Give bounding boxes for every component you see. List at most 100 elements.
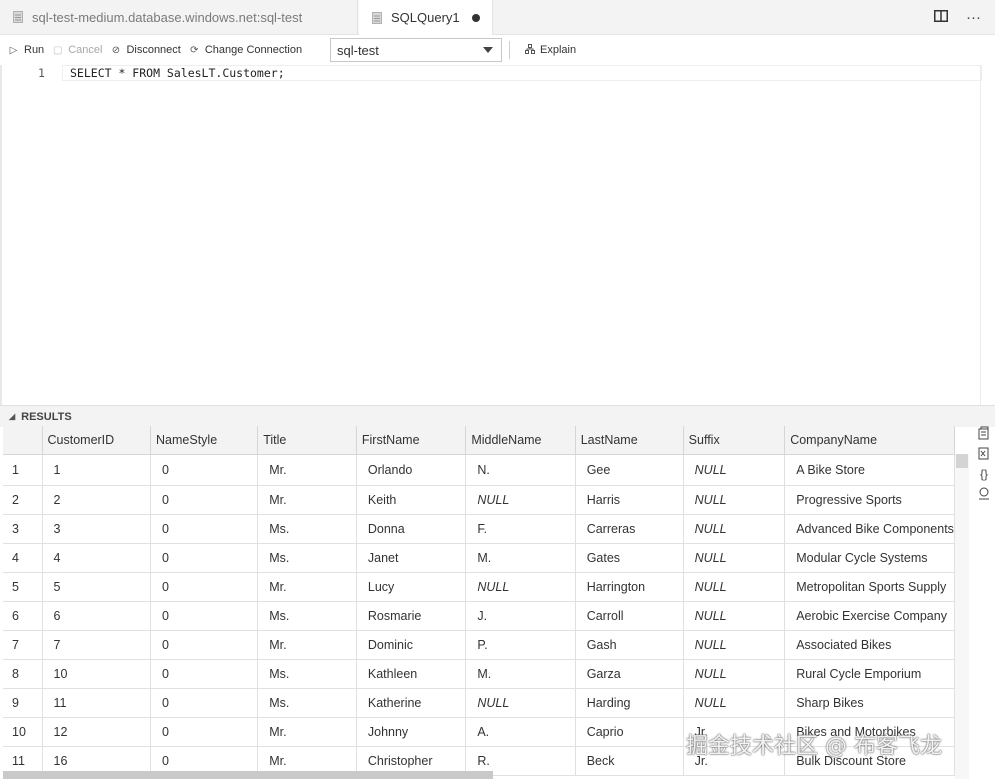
sql-editor[interactable]: 1 SELECT * FROM SalesLT.Customer; <box>0 65 995 405</box>
column-header[interactable]: NameStyle <box>150 426 259 455</box>
table-cell[interactable]: 1 <box>42 454 152 486</box>
table-cell[interactable]: M. <box>465 659 576 689</box>
table-cell[interactable]: Garza <box>575 659 684 689</box>
table-row[interactable]: 5 5 0 Mr. Lucy NULL Harrington NULL Metropolitan… <box>3 572 955 602</box>
table-cell[interactable]: Advanced Bike Components <box>784 514 955 544</box>
table-cell[interactable]: Associated Bikes <box>784 630 955 660</box>
table-cell[interactable]: Beck <box>575 746 684 776</box>
table-cell[interactable]: 0 <box>150 601 259 631</box>
column-header[interactable]: LastName <box>575 426 684 455</box>
column-header[interactable]: CustomerID <box>42 426 152 455</box>
unsaved-dot-icon[interactable] <box>471 13 480 22</box>
table-cell[interactable]: 11 <box>42 688 152 718</box>
table-cell[interactable]: 0 <box>150 514 259 544</box>
table-cell[interactable]: 10 <box>42 659 152 689</box>
explain-button[interactable]: Explain <box>524 40 576 60</box>
table-cell[interactable]: Ms. <box>257 688 357 718</box>
table-row[interactable]: 6 6 0 Ms. Rosmarie J. Carroll NULL Aerobic Exerc… <box>3 601 955 631</box>
table-cell[interactable]: Ms. <box>257 659 357 689</box>
table-cell[interactable]: A Bike Store <box>784 454 955 486</box>
table-cell[interactable]: Johnny <box>356 717 467 747</box>
table-cell[interactable]: Katherine <box>356 688 467 718</box>
table-cell[interactable]: Caprio <box>575 717 684 747</box>
change-connection-button[interactable]: ⟳ Change Connection <box>189 40 302 60</box>
disconnect-button[interactable]: ⊘ Disconnect <box>110 40 181 60</box>
table-cell[interactable]: Donna <box>356 514 467 544</box>
table-cell[interactable]: NULL <box>683 659 786 689</box>
table-cell[interactable]: Carreras <box>575 514 684 544</box>
table-cell[interactable]: Lucy <box>356 572 467 602</box>
row-number-cell[interactable]: 7 <box>3 630 43 660</box>
table-cell[interactable]: Kathleen <box>356 659 467 689</box>
export-csv-icon[interactable] <box>978 426 990 442</box>
table-cell[interactable]: Mr. <box>257 572 357 602</box>
results-vertical-scrollbar[interactable] <box>955 454 969 779</box>
table-cell[interactable]: Gee <box>575 454 684 486</box>
table-cell[interactable]: F. <box>465 514 576 544</box>
table-cell[interactable]: Rural Cycle Emporium <box>784 659 955 689</box>
table-cell[interactable]: NULL <box>465 572 576 602</box>
table-cell[interactable]: A. <box>465 717 576 747</box>
table-cell[interactable]: Rosmarie <box>356 601 467 631</box>
table-cell[interactable]: NULL <box>683 630 786 660</box>
table-cell[interactable]: Janet <box>356 543 467 573</box>
tab-sqlquery1[interactable]: SQLQuery1 <box>359 0 493 35</box>
table-cell[interactable]: NULL <box>683 543 786 573</box>
row-number-cell[interactable]: 1 <box>3 454 43 486</box>
scrollbar-thumb[interactable] <box>956 454 968 468</box>
export-excel-icon[interactable] <box>978 446 990 462</box>
run-button[interactable]: ▷ Run <box>8 40 45 60</box>
table-cell[interactable]: Carroll <box>575 601 684 631</box>
table-cell[interactable]: NULL <box>683 485 786 515</box>
table-row[interactable]: 8 10 0 Ms. Kathleen M. Garza NULL Rural Cycle Em… <box>3 659 955 689</box>
column-header[interactable]: CompanyName <box>784 426 955 455</box>
table-cell[interactable]: Gates <box>575 543 684 573</box>
table-cell[interactable]: M. <box>465 543 576 573</box>
table-cell[interactable]: Dominic <box>356 630 467 660</box>
table-cell[interactable]: 4 <box>42 543 152 573</box>
table-cell[interactable]: 2 <box>42 485 152 515</box>
table-cell[interactable]: 0 <box>150 572 259 602</box>
table-cell[interactable]: 5 <box>42 572 152 602</box>
table-cell[interactable]: Gash <box>575 630 684 660</box>
table-cell[interactable]: 0 <box>150 543 259 573</box>
table-cell[interactable]: Ms. <box>257 601 357 631</box>
table-cell[interactable]: NULL <box>683 454 786 486</box>
results-horizontal-scrollbar[interactable] <box>3 771 493 779</box>
row-number-cell[interactable]: 2 <box>3 485 43 515</box>
table-cell[interactable]: 0 <box>150 454 259 486</box>
table-cell[interactable]: 12 <box>42 717 152 747</box>
table-cell[interactable]: N. <box>465 454 576 486</box>
table-cell[interactable]: Aerobic Exercise Company <box>784 601 955 631</box>
column-header[interactable]: FirstName <box>356 426 467 455</box>
table-cell[interactable]: J. <box>465 601 576 631</box>
table-cell[interactable]: 0 <box>150 659 259 689</box>
database-select[interactable]: sql-test <box>330 38 502 62</box>
table-cell[interactable]: NULL <box>465 688 576 718</box>
table-cell[interactable]: NULL <box>683 572 786 602</box>
table-cell[interactable]: Mr. <box>257 454 357 486</box>
row-number-header[interactable] <box>3 426 43 455</box>
tab-connection[interactable]: sql-test-medium.database.windows.net:sql… <box>0 0 358 34</box>
table-row[interactable]: 1 1 0 Mr. Orlando N. Gee NULL A Bike Store <box>3 454 955 486</box>
table-cell[interactable]: Ms. <box>257 543 357 573</box>
row-number-cell[interactable]: 3 <box>3 514 43 544</box>
table-cell[interactable]: Harris <box>575 485 684 515</box>
table-cell[interactable]: Sharp Bikes <box>784 688 955 718</box>
table-row[interactable]: 4 4 0 Ms. Janet M. Gates NULL Modular Cycle Syst… <box>3 543 955 573</box>
split-editor-icon[interactable] <box>934 9 948 26</box>
editor-scrollbar[interactable] <box>980 65 995 405</box>
table-cell[interactable]: NULL <box>683 688 786 718</box>
cancel-button[interactable]: ▢ Cancel <box>52 40 102 60</box>
row-number-cell[interactable]: 9 <box>3 688 43 718</box>
table-row[interactable]: 9 11 0 Ms. Katherine NULL Harding NULL Sharp Bik… <box>3 688 955 718</box>
row-number-cell[interactable]: 4 <box>3 543 43 573</box>
sql-code[interactable]: SELECT * FROM SalesLT.Customer; <box>70 66 285 80</box>
table-cell[interactable]: 3 <box>42 514 152 544</box>
table-cell[interactable]: 0 <box>150 485 259 515</box>
row-number-cell[interactable]: 10 <box>3 717 43 747</box>
more-icon[interactable]: ··· <box>966 9 981 26</box>
table-cell[interactable]: 0 <box>150 717 259 747</box>
table-cell[interactable]: Orlando <box>356 454 467 486</box>
table-cell[interactable]: Harrington <box>575 572 684 602</box>
